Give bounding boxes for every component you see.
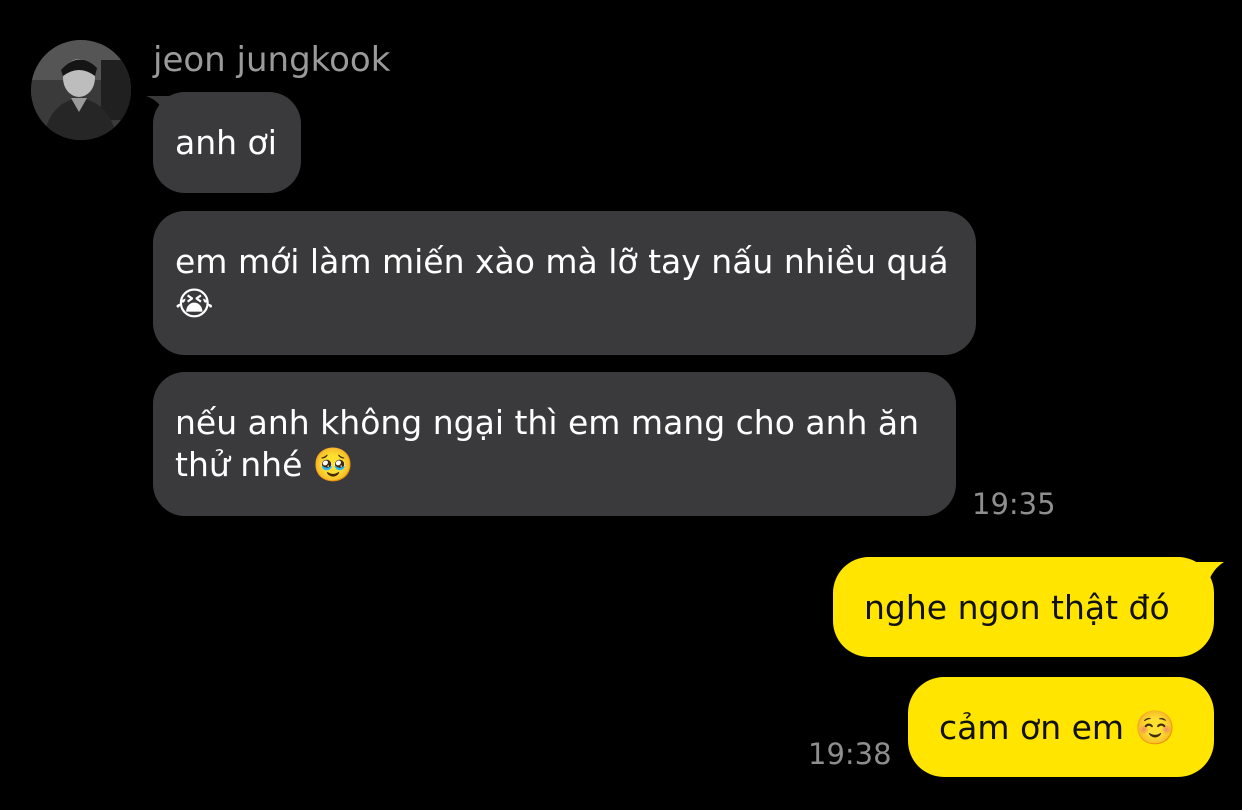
- contact-avatar[interactable]: [31, 40, 131, 140]
- outgoing-timestamp: 19:38: [808, 737, 892, 771]
- contact-name: jeon jungkook: [153, 40, 391, 80]
- outgoing-message-bubble[interactable]: nghe ngon thật đó: [833, 557, 1214, 657]
- message-text: nếu anh không ngại thì em mang cho anh ă…: [175, 403, 920, 484]
- message-text: em mới làm miến xào mà lỡ tay nấu nhiều …: [175, 242, 949, 323]
- message-text: nghe ngon thật đó: [864, 588, 1170, 627]
- message-text: cảm ơn em ☺️: [939, 708, 1176, 747]
- incoming-message-bubble[interactable]: anh ơi: [153, 92, 301, 193]
- outgoing-message-bubble[interactable]: cảm ơn em ☺️: [908, 677, 1214, 777]
- incoming-timestamp: 19:35: [972, 487, 1056, 521]
- incoming-message-bubble[interactable]: em mới làm miến xào mà lỡ tay nấu nhiều …: [153, 211, 976, 355]
- incoming-message-bubble[interactable]: nếu anh không ngại thì em mang cho anh ă…: [153, 372, 956, 516]
- avatar-photo: [31, 40, 131, 140]
- message-text: anh ơi: [175, 123, 277, 162]
